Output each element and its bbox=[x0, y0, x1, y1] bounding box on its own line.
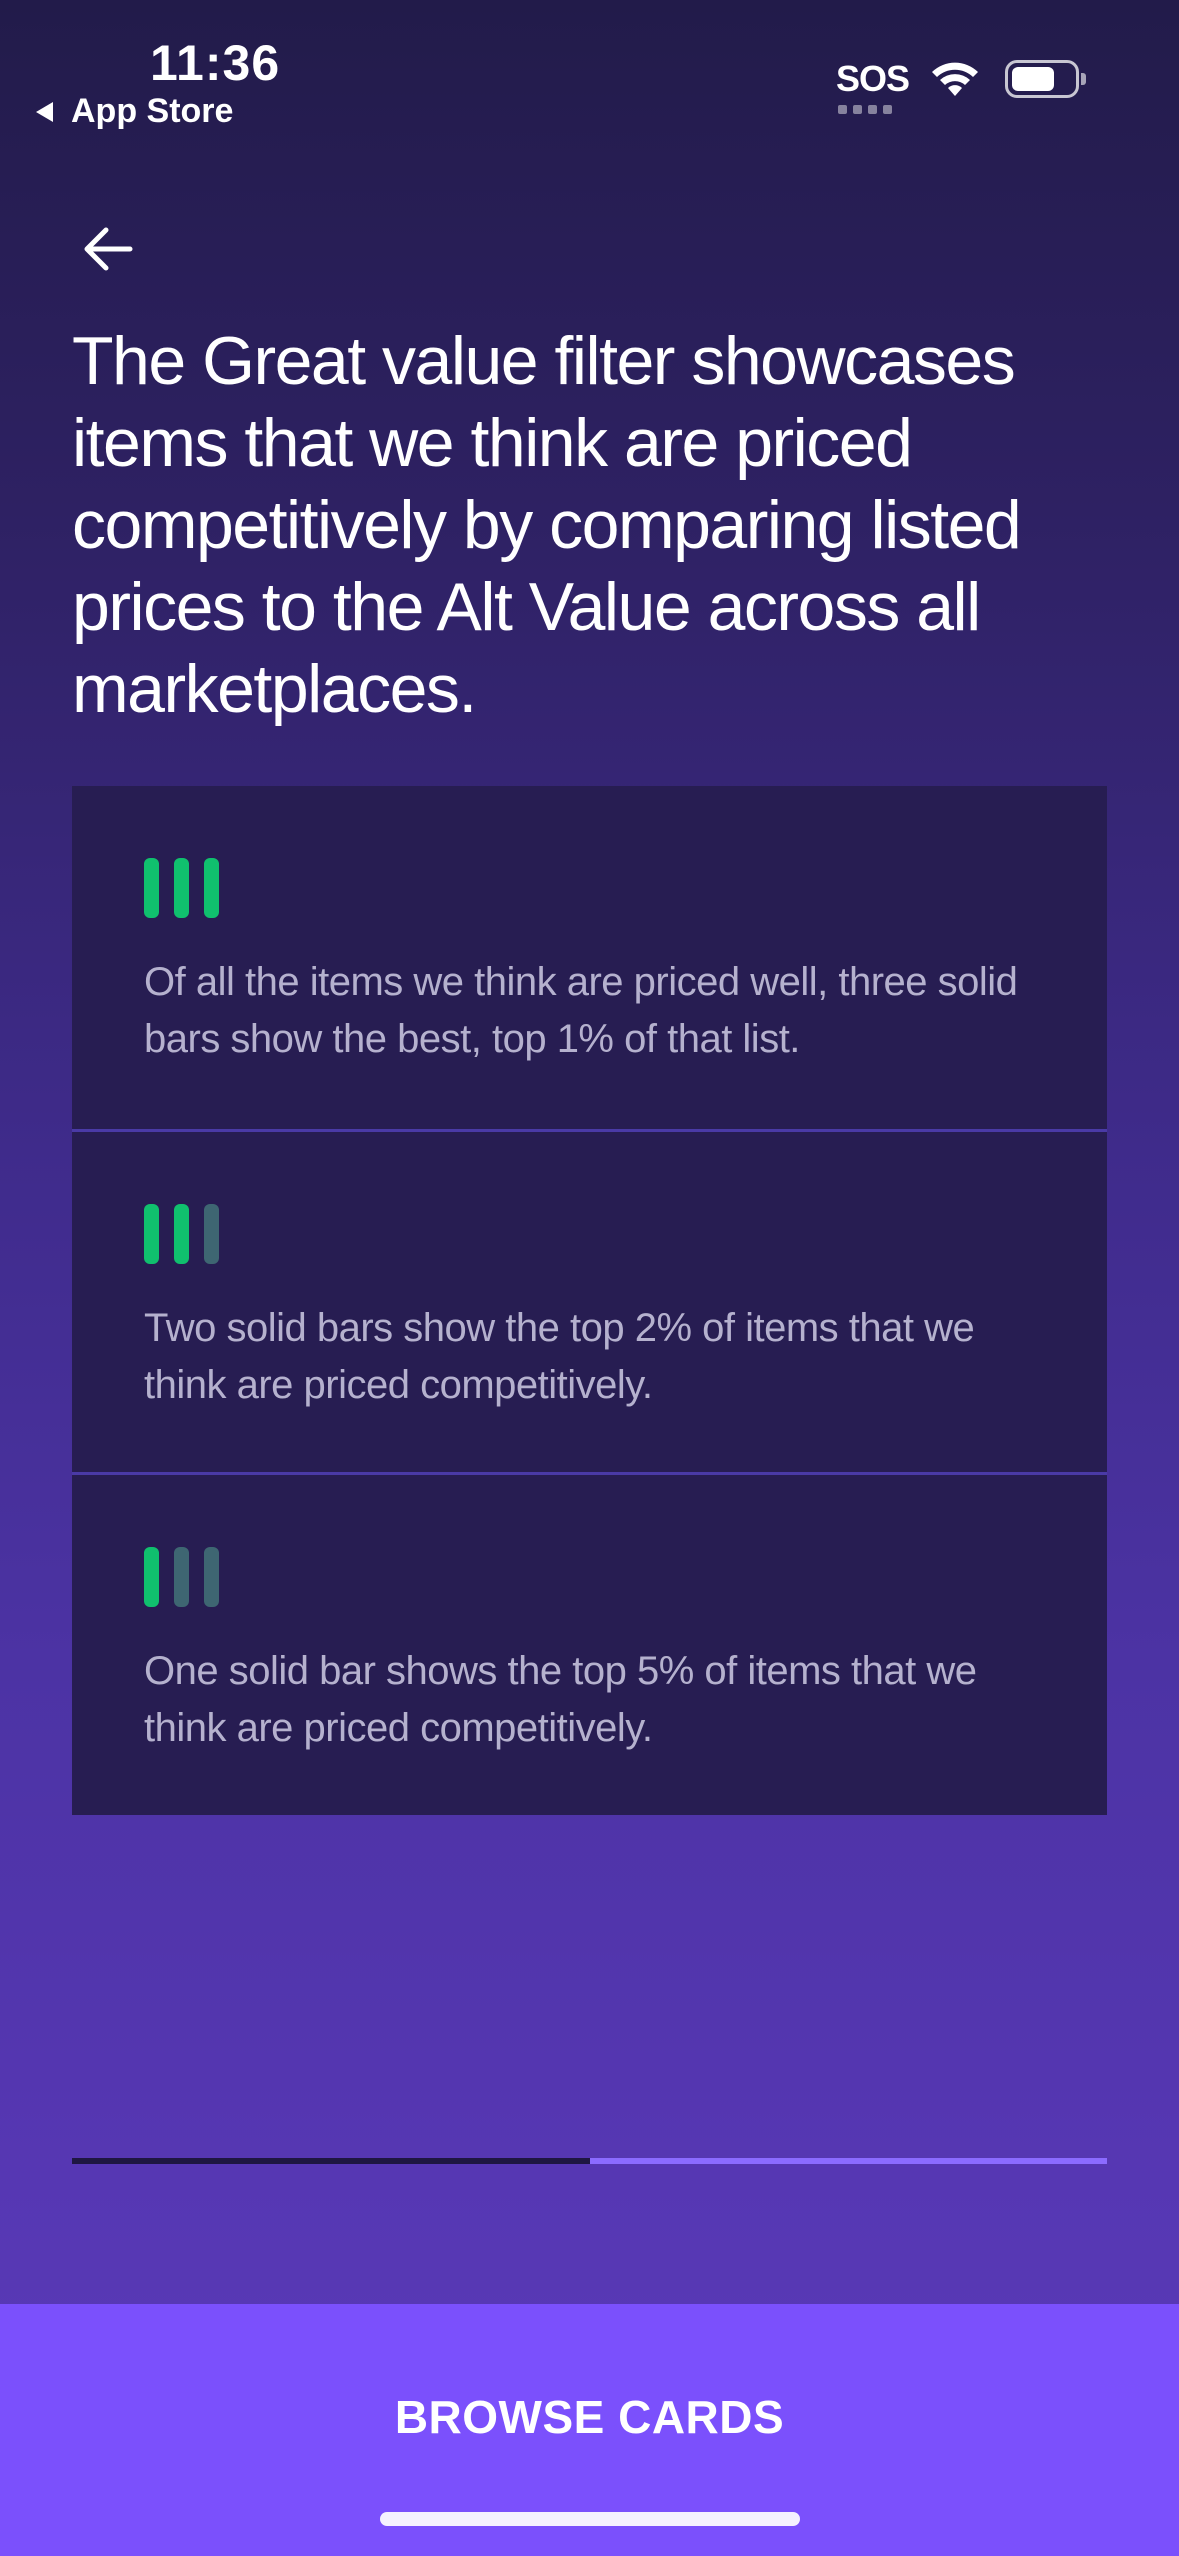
back-to-app-store-link[interactable]: App Store bbox=[36, 92, 233, 131]
back-app-label: App Store bbox=[71, 92, 234, 130]
browse-cards-label: BROWSE CARDS bbox=[394, 2391, 785, 2443]
rating-card: Of all the items we think are priced wel… bbox=[72, 786, 1107, 1129]
onboarding-progress bbox=[72, 2158, 1107, 2164]
signal-dots-icon bbox=[837, 105, 892, 114]
value-bar bbox=[204, 1547, 219, 1607]
sos-label: SOS bbox=[835, 58, 910, 99]
rating-card-text: Two solid bars show the top 2% of items … bbox=[144, 1306, 975, 1407]
arrow-left-icon bbox=[84, 227, 133, 271]
value-bar bbox=[174, 1547, 189, 1607]
back-triangle-icon bbox=[36, 101, 53, 122]
progress-step-remaining bbox=[590, 2158, 1107, 2164]
rating-card: Two solid bars show the top 2% of items … bbox=[72, 1129, 1107, 1472]
rating-card-text: One solid bar shows the top 5% of items … bbox=[144, 1649, 977, 1750]
value-bar bbox=[204, 1204, 219, 1264]
rating-cards: Of all the items we think are priced wel… bbox=[72, 786, 1107, 1815]
value-bar bbox=[144, 1204, 159, 1264]
back-button[interactable] bbox=[78, 218, 140, 280]
status-bar: 11:36 App Store SOS bbox=[0, 0, 1179, 140]
value-bars-icon bbox=[144, 858, 1035, 918]
rating-card-text: Of all the items we think are priced wel… bbox=[144, 960, 1018, 1061]
home-indicator[interactable] bbox=[380, 2512, 800, 2526]
value-bar bbox=[144, 858, 159, 918]
status-time: 11:36 bbox=[150, 35, 281, 91]
value-bar bbox=[174, 858, 189, 918]
value-bars-icon bbox=[144, 1204, 1035, 1264]
battery-icon bbox=[1005, 60, 1086, 98]
value-bar bbox=[174, 1204, 189, 1264]
sos-indicator: SOS bbox=[835, 58, 910, 114]
value-bars-icon bbox=[144, 1547, 1035, 1607]
page-headline: The Great value filter showcases items t… bbox=[72, 323, 1022, 727]
value-bar bbox=[144, 1547, 159, 1607]
status-icons: SOS bbox=[835, 58, 1086, 114]
value-bar bbox=[204, 858, 219, 918]
wifi-icon bbox=[932, 62, 978, 96]
progress-step-completed bbox=[72, 2158, 590, 2164]
rating-card: One solid bar shows the top 5% of items … bbox=[72, 1472, 1107, 1815]
